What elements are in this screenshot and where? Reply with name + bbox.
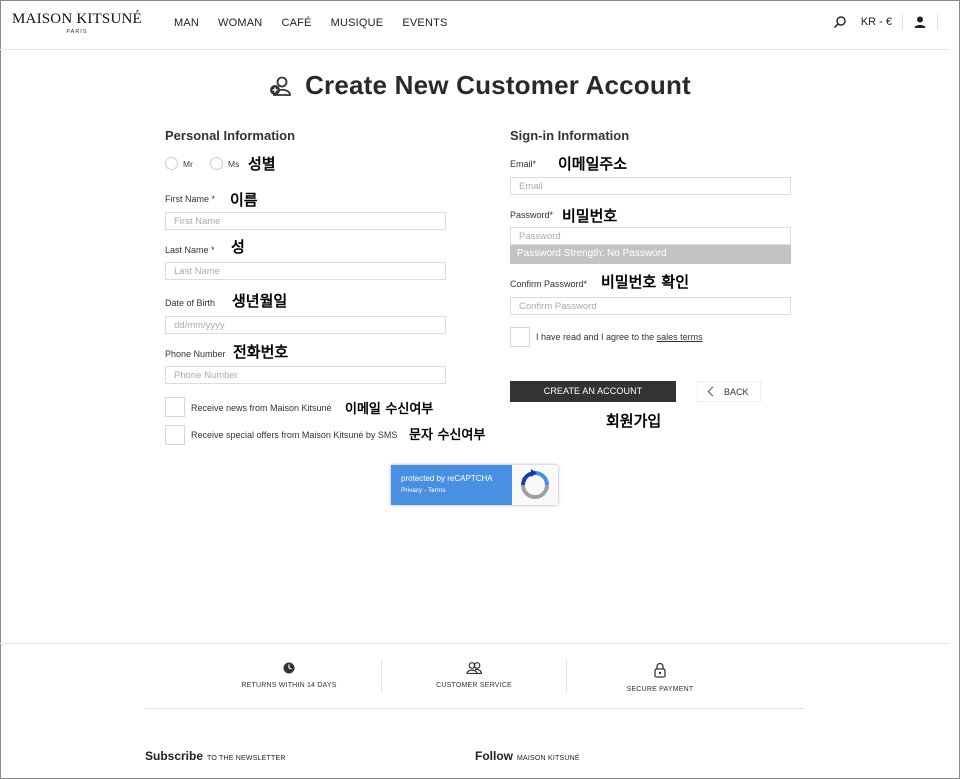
create-account-button[interactable]: CREATE AN ACCOUNT xyxy=(510,381,676,402)
page-title: Create New Customer Account xyxy=(305,70,691,100)
footer-divider xyxy=(0,643,950,644)
add-user-icon xyxy=(270,76,291,96)
signin-info-heading: Sign-in Information xyxy=(510,128,630,143)
nav-cafe[interactable]: CAFÉ xyxy=(281,17,311,29)
nav-events[interactable]: EVENTS xyxy=(402,17,447,29)
nav-man[interactable]: MAN xyxy=(174,17,199,29)
email-field[interactable]: Email xyxy=(510,177,791,195)
sms-label: Receive special offers from Maison Kitsu… xyxy=(191,430,398,440)
secure-payment-label: SECURE PAYMENT xyxy=(626,686,694,693)
confirm-password-label: Confirm Password* xyxy=(510,279,588,289)
last-name-annotation: 성 xyxy=(231,238,245,256)
nav-musique[interactable]: MUSIQUE xyxy=(331,17,384,29)
footer-divider xyxy=(145,708,805,709)
site-header: MAISON KITSUNÉ PARIS MAN WOMAN CAFÉ MUSI… xyxy=(0,0,950,50)
lock-icon xyxy=(654,662,666,678)
subscribe-heading[interactable]: Subscribe TO THE NEWSLETTER xyxy=(145,749,286,763)
phone-label: Phone Number xyxy=(165,349,226,359)
confirm-password-annotation: 비밀번호 확인 xyxy=(601,273,690,291)
dob-label: Date of Birth xyxy=(165,298,216,308)
terms-label: I have read and I agree to the sales ter… xyxy=(536,332,703,342)
first-name-field[interactable]: First Name xyxy=(165,212,446,230)
radio-mr[interactable] xyxy=(165,157,178,170)
back-button[interactable]: BACK xyxy=(697,381,761,402)
password-field[interactable]: Password xyxy=(510,227,791,245)
recaptcha-label: protected by reCAPTCHA xyxy=(401,474,493,483)
personal-info-heading: Personal Information xyxy=(165,128,296,143)
logo-subtext: PARIS xyxy=(66,29,88,35)
customer-service-icon xyxy=(466,662,482,674)
password-strength-bar: Password Strength: No Password xyxy=(510,245,791,264)
recaptcha-icon xyxy=(521,469,549,499)
recaptcha-text-area: protected by reCAPTCHA Privacy - Terms xyxy=(391,465,512,505)
follow-title: Follow xyxy=(475,749,513,763)
terms-text: I have read and I agree to the xyxy=(536,332,657,342)
phone-field[interactable]: Phone Number xyxy=(165,366,446,384)
join-annotation: 회원가입 xyxy=(606,412,662,430)
follow-subtitle: MAISON KITSUNÉ xyxy=(517,755,580,762)
last-name-label: Last Name * xyxy=(165,245,215,255)
password-annotation: 비밀번호 xyxy=(562,207,618,225)
divider xyxy=(566,660,567,692)
clock-icon xyxy=(283,662,295,674)
returns-info[interactable]: RETURNS WITHIN 14 DAYS xyxy=(230,662,348,689)
customer-service-label: CUSTOMER SERVICE xyxy=(436,682,512,689)
email-annotation: 이메일주소 xyxy=(558,155,628,173)
news-label: Receive news from Maison Kitsuné xyxy=(191,403,332,413)
subscribe-subtitle: TO THE NEWSLETTER xyxy=(207,755,286,762)
logo-text: MAISON KITSUNÉ xyxy=(12,11,142,27)
news-checkbox[interactable] xyxy=(165,397,185,417)
secure-payment-info[interactable]: SECURE PAYMENT xyxy=(612,662,708,693)
header-actions: KR - € xyxy=(833,14,938,30)
page-title-row: Create New Customer Account xyxy=(0,70,960,102)
first-name-label: First Name * xyxy=(165,194,216,204)
radio-ms[interactable] xyxy=(210,157,223,170)
back-button-label: BACK xyxy=(724,387,749,397)
chevron-left-icon xyxy=(707,386,718,397)
search-icon[interactable] xyxy=(833,15,847,29)
last-name-field[interactable]: Last Name xyxy=(165,262,446,280)
main-nav: MAN WOMAN CAFÉ MUSIQUE EVENTS xyxy=(174,17,467,29)
recaptcha-links[interactable]: Privacy - Terms xyxy=(401,487,446,494)
radio-mr-label: Mr xyxy=(183,159,193,169)
nav-woman[interactable]: WOMAN xyxy=(218,17,262,29)
radio-ms-label: Ms xyxy=(228,159,240,169)
subscribe-title: Subscribe xyxy=(145,749,204,763)
dob-annotation: 생년월일 xyxy=(232,292,288,310)
returns-label: RETURNS WITHIN 14 DAYS xyxy=(241,682,337,689)
confirm-password-field[interactable]: Confirm Password xyxy=(510,297,791,315)
sms-checkbox[interactable] xyxy=(165,425,185,445)
follow-heading[interactable]: Follow MAISON KITSUNÉ xyxy=(475,749,580,763)
dob-field[interactable]: dd/mm/yyyy xyxy=(165,316,446,334)
sms-annotation: 문자 수신여부 xyxy=(409,428,486,443)
user-icon[interactable] xyxy=(913,15,927,29)
divider xyxy=(381,660,382,692)
gender-annotation: 성별 xyxy=(248,155,276,173)
phone-annotation: 전화번호 xyxy=(233,343,289,361)
first-name-annotation: 이름 xyxy=(230,191,258,209)
divider xyxy=(902,14,903,30)
terms-checkbox[interactable] xyxy=(510,327,530,347)
news-annotation: 이메일 수신여부 xyxy=(345,402,434,417)
sales-terms-link[interactable]: sales terms xyxy=(657,332,703,342)
email-label: Email* xyxy=(510,159,537,169)
recaptcha-logo-area xyxy=(512,465,558,505)
password-label: Password* xyxy=(510,210,554,220)
language-currency-selector[interactable]: KR - € xyxy=(861,16,892,28)
customer-service-info[interactable]: CUSTOMER SERVICE xyxy=(424,662,524,689)
logo[interactable]: MAISON KITSUNÉ PARIS xyxy=(12,11,142,35)
divider xyxy=(937,14,938,30)
recaptcha-badge[interactable]: protected by reCAPTCHA Privacy - Terms xyxy=(391,465,558,505)
